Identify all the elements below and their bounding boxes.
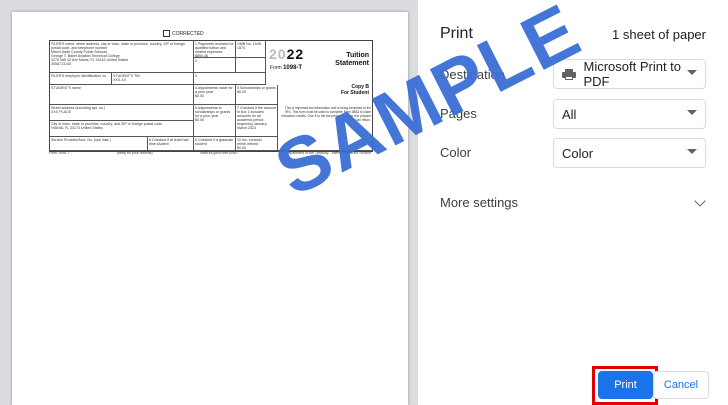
student-name-label: STUDENT'S name [51,86,82,90]
footer-form: Form 1098-T [49,151,70,155]
street-cell: Street address (including apt. no.) XXX … [50,105,194,121]
footer-keep: (keep for your records) [117,151,153,155]
city-value: HIANIA, FL 33173 United States [51,126,103,130]
omb-label: OMB No. 1545-1574 [237,42,262,50]
box7-label: 7 Checked if the amount in box 1 include… [237,106,276,130]
year-light: 20 [269,46,287,62]
preview-page: CORRECTED FILER'S name, street address, … [12,12,408,405]
box6-cell: 6 Adjustments to scholarships or grants … [194,105,236,137]
caret-down-icon [687,70,697,75]
box4-value: $0.00 [195,94,204,98]
box3-label: 3 [195,74,197,78]
sheet-count: 1 sheet of paper [612,27,706,42]
footer-url: www.irs.gov/Form1098T [200,151,239,155]
student-tin-cell: STUDENT'S TIN XXX-XX [112,73,194,85]
box5-cell: 5 Scholarships or grants $0.00 [236,85,278,105]
corrected-text: CORRECTED [172,30,204,37]
form-year: 2022 [269,46,304,62]
student-name-cell: STUDENT'S name [50,85,194,105]
box8-cell: 8 Checked if at least half-time student [148,137,194,151]
form-title-line-1: Tuition [346,52,369,59]
print-button-highlight [592,366,658,405]
service-label: Service Provider/Acct. No. (see instr.) [51,138,111,142]
cancel-button[interactable]: Cancel [653,371,709,399]
pages-select[interactable]: All [553,99,706,129]
form-title: Tuition Statement [335,52,369,68]
box4-cell: 4 Adjustments made for a prior year $0.0… [194,85,236,105]
box8-label: 8 Checked if at least half-time student [149,138,190,146]
student-tin-value: XXX-XX [113,78,127,82]
box1-cell: 1 Payments received for qualified tuitio… [194,41,236,58]
corrected-checkbox-label: CORRECTED [163,30,204,37]
filer-info-cell: FILER'S name, street address, city or to… [50,41,194,73]
box1-label: 1 Payments received for qualified tuitio… [195,42,234,54]
box2-label: 2 [195,59,197,63]
street-value: XXX PLACE [51,110,71,114]
color-select[interactable]: Color [553,138,706,168]
more-settings-toggle[interactable]: More settings [440,195,518,210]
year-bold: 22 [286,46,305,62]
box9-label: 9 Checked if a graduate student [195,138,234,146]
box5-value: $0.00 [237,90,246,94]
box6-value: $0.00 [195,118,204,122]
service-cell: Service Provider/Acct. No. (see instr.) [50,137,148,151]
box9-cell: 9 Checked if a graduate student [194,137,236,151]
form-number: 1098-T [283,65,303,71]
form-1098-label: Form 1098-T [270,65,302,71]
box6-label: 6 Adjustments to scholarships or grants … [195,106,231,118]
form-prefix: Form [270,65,282,71]
omb-cell: OMB No. 1545-1574 [236,41,266,58]
caret-down-icon [687,149,697,154]
print-preview-area: CORRECTED FILER'S name, street address, … [0,0,418,405]
caret-down-icon [687,110,697,115]
school-line-4: 3058713145 [51,62,71,66]
filer-name-label: FILER'S name, street address, city or to… [51,42,185,50]
color-value: Color [562,145,594,161]
box4-label: 4 Adjustments made for a prior year [195,86,233,94]
box2-cell: 2 [194,58,236,73]
destination-value: Microsoft Print to PDF [583,59,682,89]
corrected-checkbox [163,30,170,37]
pages-value: All [562,106,577,122]
form-id-cell [236,58,266,73]
chevron-down-icon[interactable] [694,195,706,207]
filer-tin-cell: FILER'S employer identification no. [50,73,112,85]
box3-cell: 3 [194,73,266,85]
city-cell: City or town, state or province, country… [50,121,194,137]
filer-tin-label: FILER'S employer identification no. [51,74,108,78]
color-label: Color [440,145,472,160]
form-title-line-2: Statement [335,60,369,67]
